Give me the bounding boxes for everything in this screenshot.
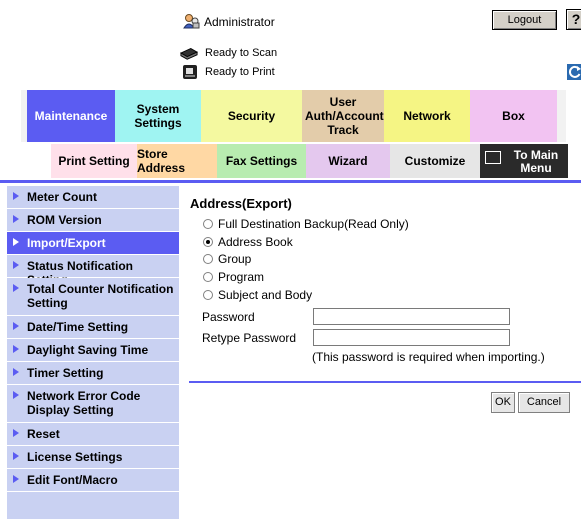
sidebar-item-rom-version[interactable]: ROM Version bbox=[7, 209, 179, 232]
arrow-right-icon bbox=[13, 391, 19, 399]
radio-program[interactable]: Program bbox=[203, 270, 264, 284]
retype-password-field[interactable] bbox=[313, 329, 510, 346]
sidebar: Meter Count ROM Version Import/Export St… bbox=[7, 186, 179, 519]
content-divider bbox=[189, 381, 581, 383]
main-tab-bar: Maintenance System Settings Security Use… bbox=[21, 90, 566, 142]
radio-button[interactable] bbox=[203, 219, 213, 229]
sidebar-item-label: Timer Setting bbox=[27, 366, 104, 380]
admin-user-icon bbox=[183, 14, 200, 29]
radio-button[interactable] bbox=[203, 254, 213, 264]
tab-store-address[interactable]: Store Address bbox=[137, 144, 217, 178]
arrow-right-icon bbox=[13, 322, 19, 330]
radio-label: Subject and Body bbox=[218, 288, 313, 302]
sidebar-item-status-notification[interactable]: Status Notification Setting bbox=[7, 255, 179, 287]
tab-customize[interactable]: Customize bbox=[390, 144, 480, 178]
arrow-right-icon bbox=[13, 284, 19, 292]
sidebar-item-label: Edit Font/Macro bbox=[27, 473, 118, 487]
radio-button[interactable] bbox=[203, 237, 213, 247]
sidebar-item-label: Date/Time Setting bbox=[27, 320, 129, 334]
sidebar-item-edit-font-macro[interactable]: Edit Font/Macro bbox=[7, 469, 179, 492]
arrow-right-icon bbox=[13, 215, 19, 223]
tab-security[interactable]: Security bbox=[201, 90, 302, 142]
tab-wizard[interactable]: Wizard bbox=[306, 144, 390, 178]
radio-button[interactable] bbox=[203, 272, 213, 282]
retype-password-label: Retype Password bbox=[202, 331, 297, 345]
sidebar-item-total-counter-notification[interactable]: Total Counter Notification Setting bbox=[7, 278, 179, 316]
password-label: Password bbox=[202, 310, 255, 324]
arrow-right-icon bbox=[13, 238, 19, 246]
arrow-right-icon bbox=[13, 475, 19, 483]
sidebar-item-date-time[interactable]: Date/Time Setting bbox=[7, 316, 179, 339]
scan-status: Ready to Scan bbox=[205, 47, 278, 59]
arrow-right-icon bbox=[13, 452, 19, 460]
tab-box[interactable]: Box bbox=[470, 90, 557, 142]
radio-group[interactable]: Group bbox=[203, 252, 251, 266]
ok-button[interactable]: OK bbox=[491, 392, 515, 413]
refresh-icon[interactable] bbox=[567, 64, 581, 80]
radio-full-destination-backup[interactable]: Full Destination Backup(Read Only) bbox=[203, 217, 409, 231]
tab-maintenance[interactable]: Maintenance bbox=[27, 90, 115, 142]
tab-network[interactable]: Network bbox=[384, 90, 470, 142]
to-main-menu-button[interactable]: To Main Menu bbox=[480, 144, 568, 178]
sub-tab-bar: Print Setting Store Address Fax Settings… bbox=[51, 144, 570, 178]
header-divider bbox=[0, 180, 581, 183]
password-field[interactable] bbox=[313, 308, 510, 325]
logout-button[interactable]: Logout bbox=[492, 10, 557, 30]
menu-icon bbox=[485, 151, 501, 164]
radio-button[interactable] bbox=[203, 290, 213, 300]
sidebar-item-license-settings[interactable]: License Settings bbox=[7, 446, 179, 469]
tab-print-setting[interactable]: Print Setting bbox=[51, 144, 137, 178]
radio-label: Full Destination Backup(Read Only) bbox=[218, 217, 409, 231]
sidebar-item-label: Network Error Code Display Setting bbox=[27, 389, 141, 417]
sidebar-item-label: Import/Export bbox=[27, 236, 106, 250]
sidebar-item-label: ROM Version bbox=[27, 213, 102, 227]
sidebar-item-daylight-saving[interactable]: Daylight Saving Time bbox=[7, 339, 179, 362]
sidebar-item-reset[interactable]: Reset bbox=[7, 423, 179, 446]
printer-icon bbox=[183, 65, 197, 79]
tab-label: User Auth/Account Track bbox=[305, 95, 384, 137]
radio-address-book[interactable]: Address Book bbox=[203, 235, 293, 249]
sidebar-item-import-export[interactable]: Import/Export bbox=[7, 232, 179, 255]
arrow-right-icon bbox=[13, 368, 19, 376]
help-button[interactable]: ? bbox=[566, 9, 581, 30]
scanner-icon bbox=[180, 47, 198, 60]
page-title: Address(Export) bbox=[190, 196, 292, 211]
password-note: (This password is required when importin… bbox=[312, 350, 545, 364]
sidebar-item-label: Daylight Saving Time bbox=[27, 343, 149, 357]
arrow-right-icon bbox=[13, 345, 19, 353]
sidebar-item-label: License Settings bbox=[27, 450, 123, 464]
sidebar-item-timer-setting[interactable]: Timer Setting bbox=[7, 362, 179, 385]
to-main-menu-label: To Main Menu bbox=[513, 148, 559, 175]
arrow-right-icon bbox=[13, 429, 19, 437]
tab-system-settings[interactable]: System Settings bbox=[115, 90, 201, 142]
radio-label: Group bbox=[218, 252, 252, 266]
arrow-right-icon bbox=[13, 261, 19, 269]
sidebar-item-label: Total Counter Notification Setting bbox=[27, 282, 174, 310]
sidebar-item-label: Meter Count bbox=[27, 190, 97, 204]
radio-subject-and-body[interactable]: Subject and Body bbox=[203, 288, 312, 302]
user-name: Administrator bbox=[204, 15, 275, 29]
tab-fax-settings[interactable]: Fax Settings bbox=[217, 144, 306, 178]
tab-label: System Settings bbox=[134, 102, 182, 130]
cancel-button[interactable]: Cancel bbox=[518, 392, 570, 413]
sidebar-item-label: Reset bbox=[27, 427, 60, 441]
radio-label: Program bbox=[218, 270, 265, 284]
radio-label: Address Book bbox=[218, 235, 293, 249]
sidebar-item-network-error-code[interactable]: Network Error Code Display Setting bbox=[7, 385, 179, 423]
arrow-right-icon bbox=[13, 192, 19, 200]
tab-user-auth-account-track[interactable]: User Auth/Account Track bbox=[302, 90, 384, 142]
print-status: Ready to Print bbox=[205, 66, 275, 78]
sidebar-item-meter-count[interactable]: Meter Count bbox=[7, 186, 179, 209]
